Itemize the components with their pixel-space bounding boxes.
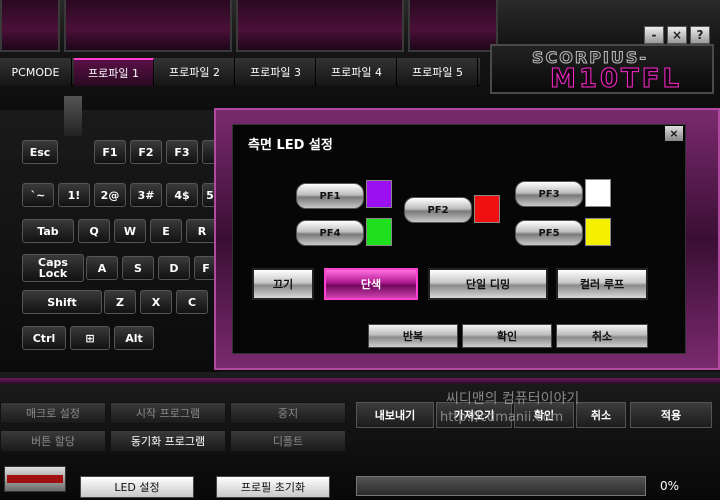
key-tab[interactable]: Tab [22,219,74,243]
header-panel [0,0,60,52]
pf4-button[interactable]: PF4 [296,220,364,246]
key-esc[interactable]: Esc [22,140,58,164]
mode-single-dimming-button[interactable]: 단일 디밍 [428,268,548,300]
key-f3[interactable]: F3 [166,140,198,164]
windows-logo-icon: ⊞ [85,331,95,345]
key-windows[interactable]: ⊞ [70,326,110,350]
pf3-button[interactable]: PF3 [515,181,583,207]
sync-program-button[interactable]: 동기화 프로그램 [110,430,226,452]
watermark-url: http://cdmanii.com [440,410,564,425]
key-e[interactable]: E [150,219,182,243]
key-z[interactable]: Z [104,290,136,314]
ok-button[interactable]: 확인 [462,324,552,348]
progress-bar [356,476,646,496]
tab-profile-5[interactable]: 프로파일 5 [398,58,478,86]
key-d[interactable]: D [158,256,190,280]
key-s[interactable]: S [122,256,154,280]
key-3[interactable]: 3# [130,183,162,207]
pf2-color-swatch[interactable] [474,195,500,223]
key-a[interactable]: A [86,256,118,280]
key-shift[interactable]: Shift [22,290,102,314]
help-button[interactable]: ? [690,26,710,44]
logo-text-model: M10TFL [549,64,683,95]
profile-reset-button[interactable]: 프로필 초기화 [216,476,330,498]
key-4[interactable]: 4$ [166,183,198,207]
bottom-accent-bar [0,378,720,384]
key-caps-lock[interactable]: Caps Lock [22,254,84,282]
default-button[interactable]: 디폴트 [230,430,346,452]
key-alt[interactable]: Alt [114,326,154,350]
dialog-title: 측면 LED 설정 [248,138,333,153]
indicator-bar [4,466,66,492]
minimize-button[interactable]: - [644,26,664,44]
tab-profile-3[interactable]: 프로파일 3 [236,58,316,86]
key-f1[interactable]: F1 [94,140,126,164]
key-2[interactable]: 2@ [94,183,126,207]
mode-off-button[interactable]: 끄기 [252,268,314,300]
bottom-cancel-button[interactable]: 취소 [576,402,626,428]
led-settings-button[interactable]: LED 설정 [80,476,194,498]
key-backtick[interactable]: `~ [22,183,54,207]
export-button[interactable]: 내보내기 [356,402,434,428]
keyboard-decoration [64,96,82,136]
tab-pcmode[interactable]: PCMODE [0,58,72,86]
key-q[interactable]: Q [78,219,110,243]
header-panel [64,0,232,52]
header-panel [236,0,404,52]
key-1[interactable]: 1! [58,183,90,207]
key-w[interactable]: W [114,219,146,243]
tab-profile-2[interactable]: 프로파일 2 [155,58,235,86]
pf1-button[interactable]: PF1 [296,183,364,209]
key-f2[interactable]: F2 [130,140,162,164]
close-button[interactable]: × [667,26,687,44]
pf5-color-swatch[interactable] [585,218,611,246]
launch-program-button[interactable]: 시작 프로그램 [110,402,226,424]
pf3-color-swatch[interactable] [585,179,611,207]
header-panel [408,0,498,52]
tab-profile-1[interactable]: 프로파일 1 [74,58,154,86]
mode-solid-button[interactable]: 단색 [324,268,418,300]
button-assign-button[interactable]: 버튼 할당 [0,430,106,452]
key-ctrl[interactable]: Ctrl [22,326,66,350]
cancel-button[interactable]: 취소 [556,324,648,348]
pf2-button[interactable]: PF2 [404,197,472,223]
watermark-title: 씨디맨의 컴퓨터이야기 [446,391,580,407]
pf5-button[interactable]: PF5 [515,220,583,246]
key-x[interactable]: X [140,290,172,314]
stop-button[interactable]: 중지 [230,402,346,424]
mode-color-loop-button[interactable]: 컬러 루프 [556,268,648,300]
pf4-color-swatch[interactable] [366,218,392,246]
repeat-button[interactable]: 반복 [368,324,458,348]
tab-profile-4[interactable]: 프로파일 4 [317,58,397,86]
key-c[interactable]: C [176,290,208,314]
brand-logo: SCORPIUS- M10TFL [490,44,714,95]
apply-button[interactable]: 적용 [630,402,712,428]
dialog-close-button[interactable]: × [665,126,683,141]
progress-percent: 0% [660,479,680,493]
macro-settings-button[interactable]: 매크로 설정 [0,402,106,424]
pf1-color-swatch[interactable] [366,180,392,208]
